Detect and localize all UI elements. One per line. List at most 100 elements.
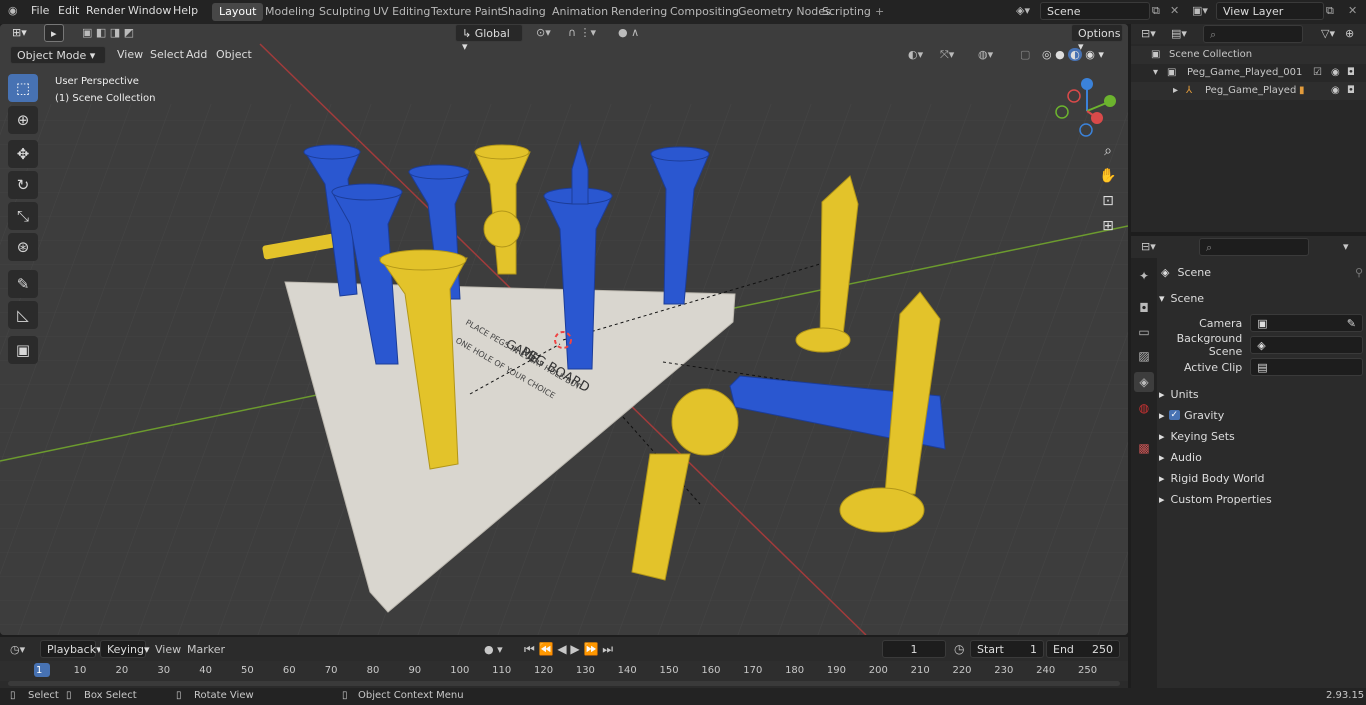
stopwatch-icon[interactable]: ◷ xyxy=(954,642,964,656)
start-frame-field[interactable]: Start 1 xyxy=(970,640,1044,658)
eye-icon[interactable]: ◉ xyxy=(1331,85,1340,96)
menu-edit[interactable]: Edit xyxy=(58,4,79,17)
view-layer-tab-icon[interactable]: ▨ xyxy=(1134,346,1154,366)
delete-scene-icon[interactable]: ✕ xyxy=(1170,4,1179,17)
record-icon[interactable]: ● ▾ xyxy=(484,643,503,656)
marker-menu[interactable]: Marker xyxy=(187,643,225,656)
view-layer-icon[interactable]: ▣▾ xyxy=(1192,4,1208,17)
current-frame-field[interactable]: 1 xyxy=(882,640,946,658)
menu-render[interactable]: Render xyxy=(86,4,125,17)
playback-controls-icon[interactable]: ⏮ ⏪ ◀ ▶ ⏩ ⏭ xyxy=(524,642,613,657)
transform-orientation-dropdown[interactable]: ↳ Global ▾ xyxy=(455,24,523,53)
viewport-scene[interactable]: PEG BOARD GAME PLACE PEGS IN EVERY HOLE … xyxy=(0,24,1128,635)
expand-icon[interactable]: ▾ xyxy=(1153,67,1158,78)
outliner-row-item[interactable]: ▸ ⅄ Peg_Game_Played ▮ ◉ ◘ xyxy=(1131,82,1366,100)
move-tool-icon[interactable]: ✥ xyxy=(8,140,38,168)
new-view-layer-icon[interactable]: ⧉ xyxy=(1326,4,1334,18)
select-mode-icons[interactable]: ▣ ◧ ◨ ◩ xyxy=(76,24,164,42)
section-keying-sets[interactable]: ▸ Keying Sets xyxy=(1159,426,1363,446)
section-custom-props[interactable]: ▸ Custom Properties xyxy=(1159,489,1363,509)
tab-layout[interactable]: Layout xyxy=(212,3,264,21)
properties-options-icon[interactable]: ▾ xyxy=(1343,240,1349,253)
camera-view-icon[interactable]: ⊡ xyxy=(1096,190,1120,212)
menu-file[interactable]: File xyxy=(31,4,49,17)
checkbox-icon[interactable]: ☑ xyxy=(1313,67,1322,78)
editor-type-icon[interactable]: ⊞▾ xyxy=(6,24,38,42)
scale-tool-icon[interactable]: ⤡ xyxy=(8,202,38,230)
3d-viewport[interactable]: PEG BOARD GAME PLACE PEGS IN EVERY HOLE … xyxy=(0,24,1128,635)
section-rigid-body[interactable]: ▸ Rigid Body World xyxy=(1159,468,1363,488)
world-tab-icon[interactable]: ◍ xyxy=(1134,398,1154,418)
render-tab-icon[interactable]: ◘ xyxy=(1134,298,1154,318)
measure-tool-icon[interactable]: ◺ xyxy=(8,301,38,329)
timeline-view-menu[interactable]: View xyxy=(155,643,181,656)
eye-icon[interactable]: ◉ xyxy=(1331,67,1340,78)
add-cube-tool-icon[interactable]: ▣ xyxy=(8,336,38,364)
snap-icon[interactable]: ∩ ⋮▾ xyxy=(562,24,608,42)
scene-panel-header[interactable]: ▾ Scene xyxy=(1159,288,1363,308)
new-scene-icon[interactable]: ⧉ xyxy=(1152,4,1160,18)
pivot-icon[interactable]: ⊙▾ xyxy=(530,24,560,42)
blender-logo-icon[interactable]: ◉ xyxy=(8,4,18,17)
outliner-row-item[interactable]: ▾ ▣ Peg_Game_Played_001 ☑ ◉ ◘ xyxy=(1131,64,1366,82)
section-units[interactable]: ▸ Units xyxy=(1159,384,1363,404)
menu-window[interactable]: Window xyxy=(128,4,171,17)
tab-shading[interactable]: Shading xyxy=(494,3,553,21)
background-scene-field[interactable]: ◈ xyxy=(1250,336,1363,354)
gizmo-toggle-icon[interactable]: ⤧▾ xyxy=(934,46,970,64)
select-tool-icon[interactable]: ▸ xyxy=(44,24,64,42)
gravity-checkbox-icon[interactable]: ✓ xyxy=(1168,410,1181,420)
menu-help[interactable]: Help xyxy=(173,4,198,17)
section-gravity[interactable]: ▸ ✓ Gravity xyxy=(1159,405,1363,425)
output-tab-icon[interactable]: ▭ xyxy=(1134,322,1154,342)
properties-search-input[interactable]: ⌕ xyxy=(1199,238,1309,256)
keying-dropdown[interactable]: Keying▾ xyxy=(100,640,149,658)
xray-icon[interactable]: ▢ xyxy=(1014,46,1030,64)
pan-hand-icon[interactable]: ✋ xyxy=(1096,165,1120,187)
scene-name-field[interactable]: Scene xyxy=(1040,2,1150,20)
camera-field[interactable]: ▣ ✎ xyxy=(1250,314,1363,332)
outliner-editor-icon[interactable]: ⊟▾ xyxy=(1141,27,1156,40)
timeline-scrollbar[interactable] xyxy=(8,681,1120,686)
outliner-search-input[interactable]: ⌕ xyxy=(1203,25,1303,43)
options-dropdown[interactable]: Options ▾ xyxy=(1071,24,1123,53)
rotate-tool-icon[interactable]: ↻ xyxy=(8,171,38,199)
cursor-tool-icon[interactable]: ⊕ xyxy=(8,106,38,134)
pin-icon[interactable]: ⚲ xyxy=(1355,266,1363,279)
mouse-left-icon: ▯ xyxy=(10,690,16,701)
ortho-grid-icon[interactable]: ⊞ xyxy=(1096,215,1120,237)
add-menu[interactable]: Add xyxy=(180,46,213,64)
tool-tab-icon[interactable]: ✦ xyxy=(1134,266,1154,286)
outliner-row-root[interactable]: ▣ Scene Collection xyxy=(1131,46,1366,64)
shading-mode-icons[interactable]: ◎ ● ◐ ◉ ▾ xyxy=(1036,46,1116,64)
texture-tab-icon[interactable]: ▩ xyxy=(1134,438,1154,458)
add-workspace-icon[interactable]: + xyxy=(868,3,891,21)
transform-tool-icon[interactable]: ⊛ xyxy=(8,233,38,261)
delete-view-layer-icon[interactable]: ✕ xyxy=(1348,4,1357,17)
overlay-toggle-icon[interactable]: ◍▾ xyxy=(972,46,1008,64)
select-box-tool-icon[interactable]: ⬚ xyxy=(8,74,38,102)
zoom-icon[interactable]: ⌕ xyxy=(1096,140,1120,162)
filter-icon[interactable]: ▽▾ xyxy=(1321,27,1335,40)
playback-dropdown[interactable]: Playback▾ xyxy=(40,640,102,658)
proportional-edit-icon[interactable]: ● ∧ xyxy=(612,24,658,42)
visibility-icon[interactable]: ◐▾ xyxy=(902,46,932,64)
frame-tick-label: 230 xyxy=(994,665,1014,676)
frame-ruler[interactable]: 1 10 20 30 40 50 60 70 80 90 100 110 120 130 140 150 160… xyxy=(0,661,1128,681)
object-mode-dropdown[interactable]: Object Mode ▾ xyxy=(10,46,106,64)
new-collection-icon[interactable]: ⊕ xyxy=(1345,27,1354,40)
scene-type-icon[interactable]: ◈▾ xyxy=(1016,4,1030,17)
properties-editor-icon[interactable]: ⊟▾ xyxy=(1141,240,1156,253)
end-frame-field[interactable]: End 250 xyxy=(1046,640,1120,658)
active-clip-field[interactable]: ▤ xyxy=(1250,358,1363,376)
camera-render-icon[interactable]: ◘ xyxy=(1347,67,1355,78)
annotate-tool-icon[interactable]: ✎ xyxy=(8,270,38,298)
scene-tab-icon[interactable]: ◈ xyxy=(1134,372,1154,392)
object-menu[interactable]: Object xyxy=(210,46,258,64)
section-audio[interactable]: ▸ Audio xyxy=(1159,447,1363,467)
view-layer-field[interactable]: View Layer xyxy=(1216,2,1324,20)
camera-render-icon[interactable]: ◘ xyxy=(1347,85,1355,96)
timeline-editor-icon[interactable]: ◷▾ xyxy=(10,643,25,656)
expand-icon[interactable]: ▸ xyxy=(1173,85,1178,96)
display-mode-icon[interactable]: ▤▾ xyxy=(1171,27,1187,40)
